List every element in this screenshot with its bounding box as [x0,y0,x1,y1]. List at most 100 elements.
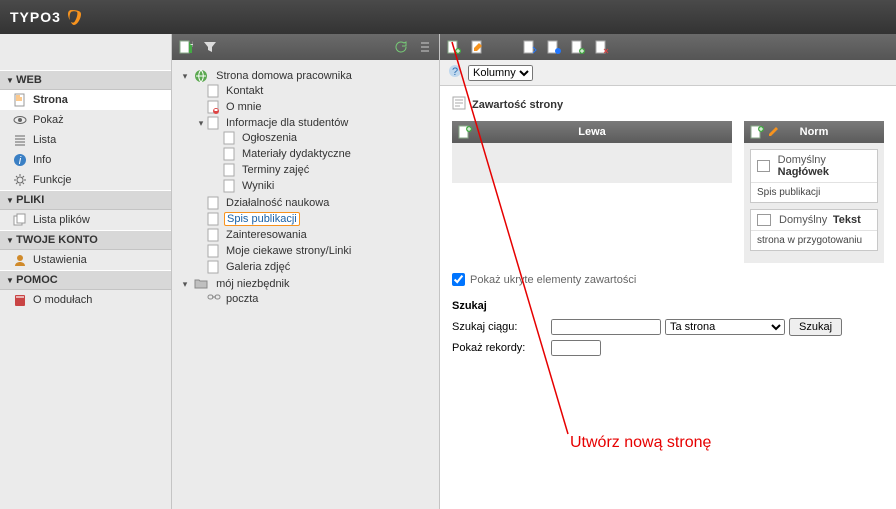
page-icon [207,196,221,210]
show-records-input[interactable] [551,340,601,356]
ce-meta: Domyślny Tekst [779,214,861,226]
filter-icon[interactable] [202,39,218,55]
nav-item-lista[interactable]: Lista [0,130,171,150]
page-icon [207,228,221,242]
tree-node[interactable]: Materiały dydaktyczne [212,146,435,162]
main-toolbar [440,34,896,60]
new-page-tree-icon[interactable]: + [178,39,194,55]
tree-label[interactable]: Materiały dydaktyczne [240,148,353,160]
tree-node[interactable]: poczta [196,291,435,307]
list-icon [12,133,28,147]
nav-section-pliki[interactable]: PLIKI [0,190,171,210]
column-body-left[interactable] [452,143,732,183]
toggle-icon[interactable]: ▾ [196,118,206,129]
tree-node[interactable]: Moje ciekawe strony/Linki [196,243,435,259]
nav-item-funkcje[interactable]: Funkcje [0,170,171,190]
tree-node[interactable]: Ogłoszenia [212,130,435,146]
history-icon[interactable] [546,39,562,55]
tree-label[interactable]: Działalność naukowa [224,197,331,209]
new-content-icon[interactable] [570,39,586,55]
show-hidden-checkbox[interactable] [452,273,465,286]
tree-label[interactable]: O mnie [224,101,263,113]
tree-node[interactable]: O mnie [196,99,435,115]
add-content-icon[interactable] [458,125,472,139]
nav-item-pokaz[interactable]: Pokaż [0,110,171,130]
tree-label[interactable]: poczta [224,293,260,305]
nav-label: Pokaż [33,114,64,126]
content-section-title: Zawartość strony [452,96,884,113]
column-right: Norm Domyślny Nagłówek Spis publikacji [744,121,884,263]
nav-section-web[interactable]: WEB [0,70,171,90]
search-button[interactable]: Szukaj [789,318,842,336]
eye-icon [12,113,28,127]
tree-label[interactable]: Wyniki [240,180,276,192]
svg-text:?: ? [452,66,458,78]
view-mode-select[interactable]: Kolumny [468,65,533,81]
cache-icon[interactable] [594,39,610,55]
tree-label[interactable]: mój niezbędnik [214,278,291,290]
page-tree: ▾ Strona domowa pracownika Kontakt O mni… [172,60,439,316]
ce-type-icon [757,160,770,172]
tree-label[interactable]: Kontakt [224,85,265,97]
nav-label: Lista plików [33,214,90,226]
nav-label: O modułach [33,294,92,306]
tree-label[interactable]: Informacje dla studentów [224,117,350,129]
tree-node[interactable]: ▾ Informacje dla studentów Ogłoszenia Mat… [196,115,435,195]
tree-label[interactable]: Spis publikacji [224,212,300,226]
nav-label: Funkcje [33,174,72,186]
nav-section-konto[interactable]: TWOJE KONTO [0,230,171,250]
tree-label[interactable]: Galeria zdjęć [224,261,292,273]
search-string-label: Szukaj ciągu: [452,321,547,333]
svg-text:+: + [190,40,193,51]
search-string-input[interactable] [551,319,661,335]
tree-node[interactable]: Zainteresowania [196,227,435,243]
tree-label[interactable]: Strona domowa pracownika [214,70,354,82]
column-left: Lewa [452,121,732,263]
tree-node[interactable]: Terminy zajęć [212,162,435,178]
create-new-page-icon[interactable] [446,39,462,55]
show-hidden-row: Pokaż ukryte elementy zawartości [452,273,884,286]
ce-body: Spis publikacji [751,183,877,202]
move-page-icon[interactable] [522,39,538,55]
nav-item-strona[interactable]: Strona [0,90,171,110]
column-title: Lewa [578,126,606,138]
tree-label[interactable]: Moje ciekawe strony/Linki [224,245,353,257]
page-icon [223,147,237,161]
toggle-icon[interactable]: ▾ [180,279,190,290]
content-element[interactable]: Domyślny Nagłówek Spis publikacji [750,149,878,203]
add-content-icon[interactable] [750,125,764,139]
collapse-icon[interactable] [417,39,433,55]
content-element[interactable]: Domyślny Tekst strona w przygotowaniu [750,209,878,251]
page-icon [223,163,237,177]
search-title: Szukaj [452,300,884,312]
page-icon [223,179,237,193]
content-title-text: Zawartość strony [472,99,563,111]
search-scope-select[interactable]: Ta strona [665,319,785,335]
tree-node[interactable]: Galeria zdjęć [196,259,435,275]
tree-node-folder[interactable]: ▾ mój niezbędnik poczta [180,276,435,308]
content-columns: Lewa Norm Domyślny Nagłówe [452,121,884,263]
nav-section-pomoc[interactable]: POMOC [0,270,171,290]
help-icon[interactable]: ? [448,64,462,81]
tree-node-root[interactable]: ▾ Strona domowa pracownika Kontakt O mni… [180,68,435,276]
edit-page-icon[interactable] [470,39,486,55]
column-body-right: Domyślny Nagłówek Spis publikacji Domyśl… [744,143,884,263]
toggle-icon[interactable]: ▾ [180,71,190,82]
refresh-icon[interactable] [393,39,409,55]
tree-label[interactable]: Terminy zajęć [240,164,311,176]
tree-node-selected[interactable]: Spis publikacji [196,211,435,227]
nav-item-lista-plikow[interactable]: Lista plików [0,210,171,230]
edit-icon[interactable] [768,125,782,139]
tree-node[interactable]: Działalność naukowa [196,195,435,211]
tree-label[interactable]: Ogłoszenia [240,132,299,144]
nav-label: Strona [33,94,68,106]
show-records-label: Pokaż rekordy: [452,342,547,354]
tree-node[interactable]: Kontakt [196,83,435,99]
nav-item-info[interactable]: i Info [0,150,171,170]
folder-icon [194,277,208,291]
tree-label[interactable]: Zainteresowania [224,229,309,241]
nav-item-o-modulach[interactable]: O modułach [0,290,171,310]
user-icon [12,253,28,267]
nav-item-ustawienia[interactable]: Ustawienia [0,250,171,270]
tree-node[interactable]: Wyniki [212,178,435,194]
